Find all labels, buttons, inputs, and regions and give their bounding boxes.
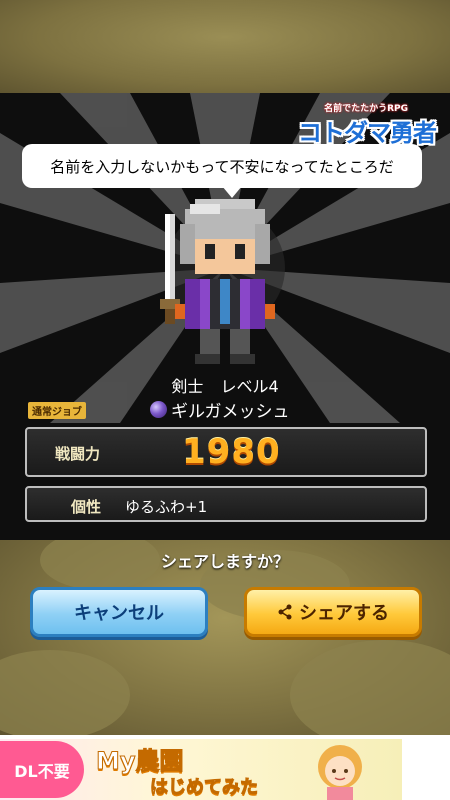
cancel-button-label: キャンセル [74, 603, 164, 624]
result-panel: 名前でたたかうRPG コトダマ勇者 名前を入力しないかもって不安になってたところ… [0, 93, 450, 540]
ad-content[interactable]: DL不要 My農園 はじめてみた [0, 739, 402, 800]
share-button-label: シェアする [299, 603, 389, 624]
ad-banner[interactable]: DL不要 My農園 はじめてみた [0, 735, 450, 800]
logo-title: コトダマ勇者 [298, 119, 437, 147]
share-button[interactable]: シェアする [244, 587, 422, 637]
ad-character-image [318, 745, 362, 800]
trait-label: 個性 [71, 498, 102, 516]
power-value: 1980 [182, 432, 281, 472]
background-top [0, 0, 450, 93]
ad-title: My農園 [96, 747, 185, 776]
power-label: 戦闘力 [55, 445, 101, 463]
trait-value: ゆるふわ+1 [125, 498, 208, 516]
cancel-button[interactable]: キャンセル [30, 587, 208, 637]
speech-bubble: 名前を入力しないかもって不安になってたところだ [22, 144, 422, 188]
ad-subtitle: はじめてみた [150, 777, 259, 799]
job-name: 剣士 [171, 377, 204, 396]
ad-dl-badge: DL不要 [0, 741, 84, 798]
share-icon [278, 604, 292, 620]
job-type-badge: 通常ジョブ [28, 402, 86, 419]
job-level-line: 剣士 レベル4 [0, 373, 450, 397]
character-name: ギルガメッシュ [171, 401, 290, 422]
purple-orb-icon [150, 400, 167, 418]
cloud-decoration [0, 650, 130, 735]
power-box: 戦闘力 1980 [25, 427, 427, 477]
level-text: レベル4 [220, 377, 279, 396]
character-name-line: ギルガメッシュ [150, 398, 290, 422]
hero-sprite [160, 199, 275, 364]
cloud-decoration [290, 640, 450, 735]
share-question: シェアしますか？ [160, 552, 289, 571]
trait-box: 個性 ゆるふわ+1 [25, 486, 427, 522]
